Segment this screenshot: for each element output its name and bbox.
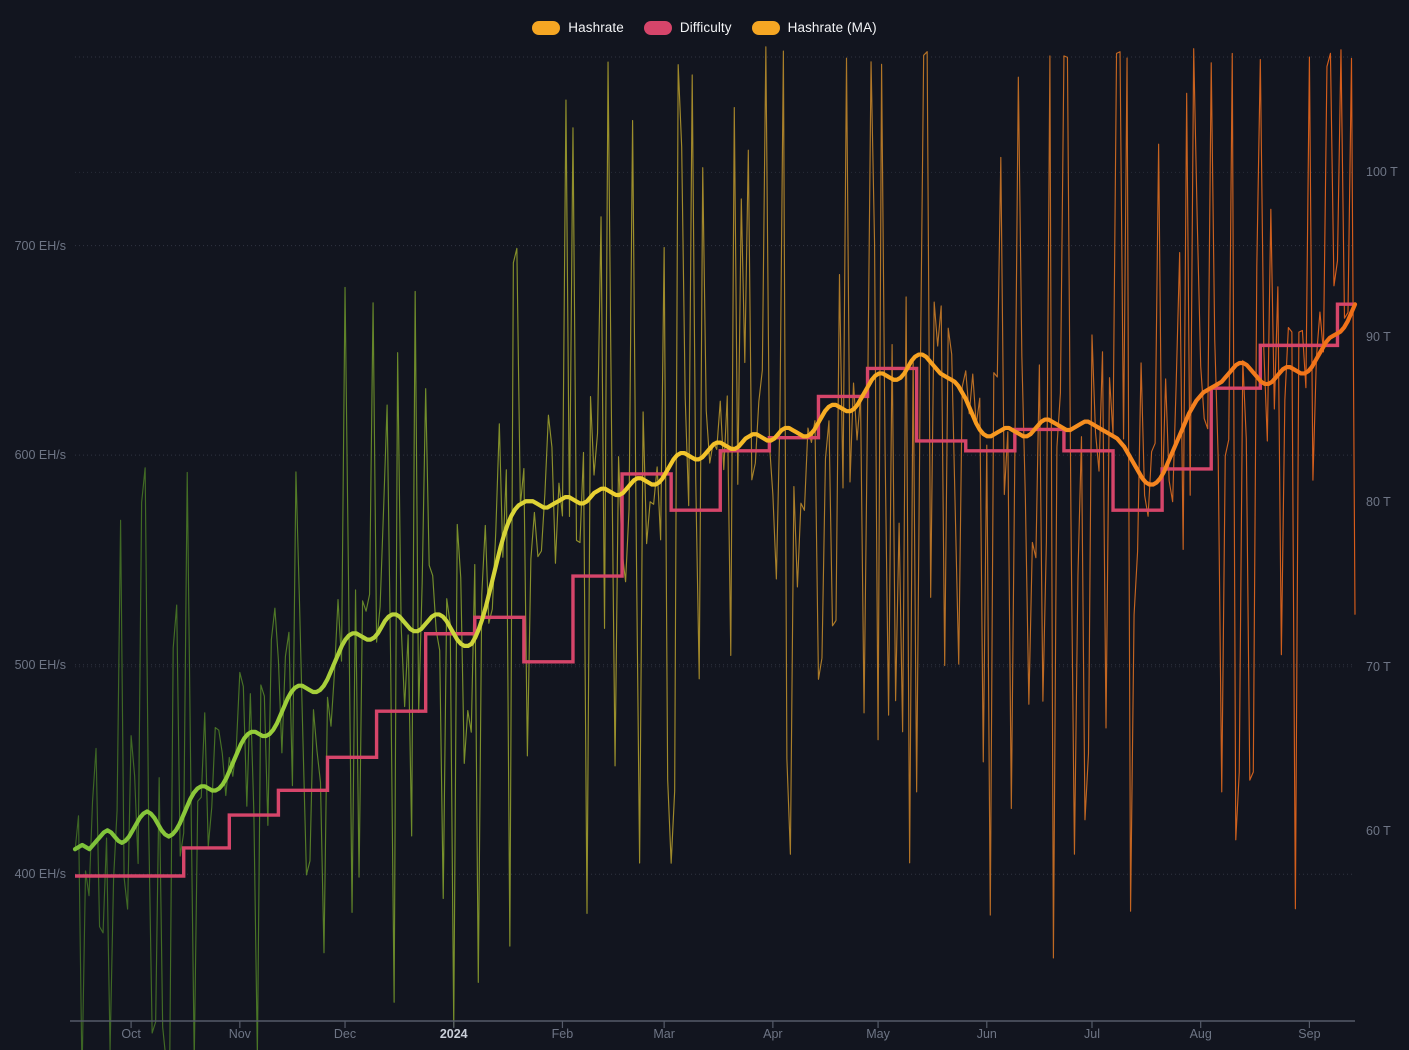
hashrate-difficulty-chart: HashrateDifficultyHashrate (MA) 400 EH/s…: [0, 0, 1409, 1050]
plot-svg: [0, 0, 1409, 1050]
series-hashrate-ma: [75, 304, 1355, 849]
plot-area: 400 EH/s500 EH/s600 EH/s700 EH/s60 T70 T…: [0, 0, 1409, 1050]
series-hashrate: [75, 47, 1355, 1050]
